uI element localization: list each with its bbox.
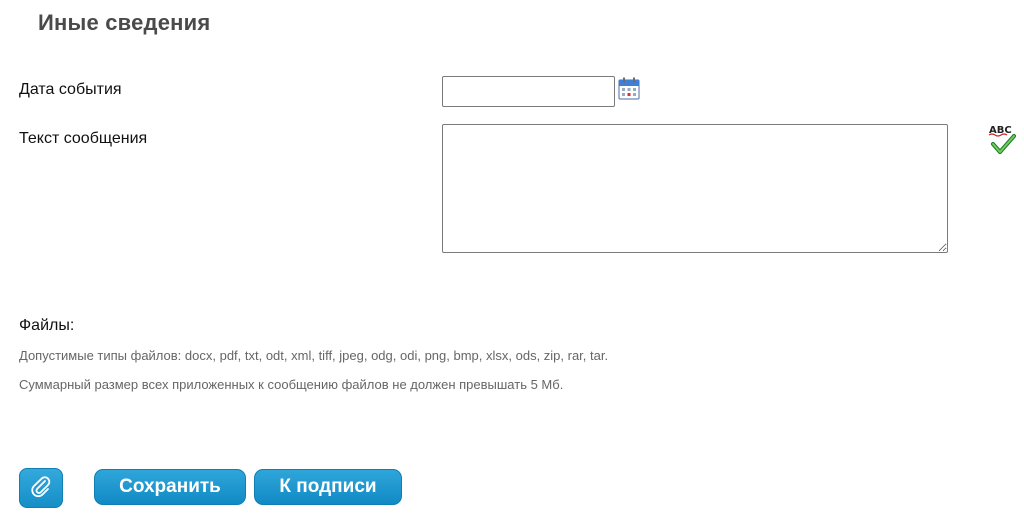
paperclip-icon — [29, 475, 53, 502]
files-label: Файлы: — [19, 317, 75, 334]
save-button[interactable]: Сохранить — [94, 469, 246, 505]
calendar-icon[interactable] — [618, 77, 640, 100]
message-text-label: Текст сообщения — [19, 130, 148, 147]
section-title: Иные сведения — [38, 10, 211, 35]
attach-file-button[interactable] — [19, 468, 63, 508]
allowed-types-hint: Допустимые типы файлов: docx, pdf, txt, … — [19, 348, 609, 363]
spellcheck-icon[interactable]: ABC — [987, 122, 1021, 156]
file-size-hint: Суммарный размер всех приложенных к сооб… — [19, 377, 564, 392]
event-date-input[interactable] — [442, 76, 615, 107]
message-textarea[interactable] — [442, 124, 948, 253]
send-to-sign-button[interactable]: К подписи — [254, 469, 402, 505]
event-date-label: Дата события — [19, 81, 122, 98]
